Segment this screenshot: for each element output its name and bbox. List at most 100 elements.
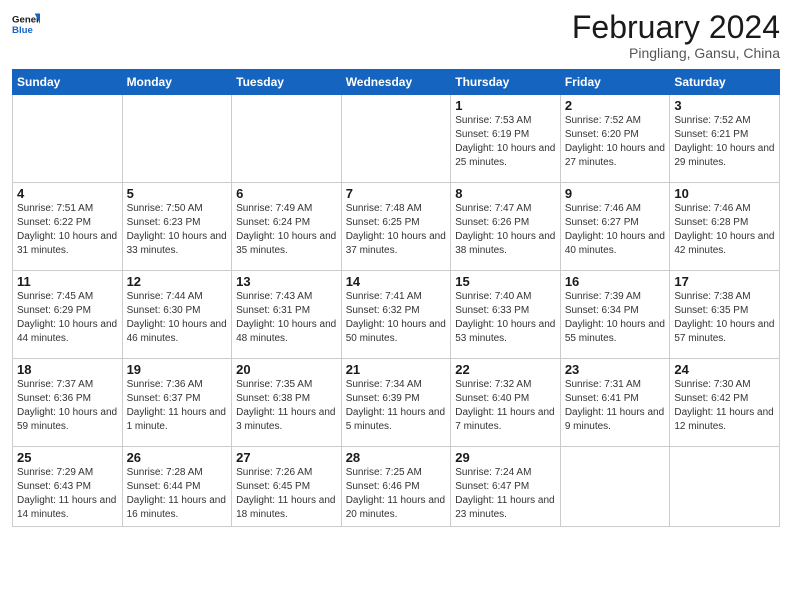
- calendar-header-row: Sunday Monday Tuesday Wednesday Thursday…: [13, 70, 780, 95]
- calendar-day: 7Sunrise: 7:48 AM Sunset: 6:25 PM Daylig…: [341, 183, 451, 271]
- day-info: Sunrise: 7:52 AM Sunset: 6:20 PM Dayligh…: [565, 114, 666, 170]
- day-number: 3: [674, 98, 775, 113]
- day-info: Sunrise: 7:40 AM Sunset: 6:33 PM Dayligh…: [455, 290, 556, 346]
- calendar-day: 22Sunrise: 7:32 AM Sunset: 6:40 PM Dayli…: [451, 359, 561, 447]
- day-number: 12: [127, 274, 228, 289]
- calendar-day: 2Sunrise: 7:52 AM Sunset: 6:20 PM Daylig…: [560, 95, 670, 183]
- day-number: 18: [17, 362, 118, 377]
- svg-text:General: General: [12, 14, 40, 25]
- calendar-day: 1Sunrise: 7:53 AM Sunset: 6:19 PM Daylig…: [451, 95, 561, 183]
- day-info: Sunrise: 7:47 AM Sunset: 6:26 PM Dayligh…: [455, 202, 556, 258]
- day-number: 8: [455, 186, 556, 201]
- calendar-day: [341, 95, 451, 183]
- col-wednesday: Wednesday: [341, 70, 451, 95]
- calendar-day: 17Sunrise: 7:38 AM Sunset: 6:35 PM Dayli…: [670, 271, 780, 359]
- calendar-day: 23Sunrise: 7:31 AM Sunset: 6:41 PM Dayli…: [560, 359, 670, 447]
- day-number: 7: [346, 186, 447, 201]
- calendar-day: [560, 447, 670, 527]
- col-tuesday: Tuesday: [232, 70, 342, 95]
- day-info: Sunrise: 7:51 AM Sunset: 6:22 PM Dayligh…: [17, 202, 118, 258]
- col-friday: Friday: [560, 70, 670, 95]
- svg-text:Blue: Blue: [12, 25, 33, 36]
- title-block: February 2024 Pingliang, Gansu, China: [572, 10, 780, 61]
- calendar-day: 13Sunrise: 7:43 AM Sunset: 6:31 PM Dayli…: [232, 271, 342, 359]
- day-number: 19: [127, 362, 228, 377]
- calendar-day: 6Sunrise: 7:49 AM Sunset: 6:24 PM Daylig…: [232, 183, 342, 271]
- calendar-day: 4Sunrise: 7:51 AM Sunset: 6:22 PM Daylig…: [13, 183, 123, 271]
- calendar-day: 28Sunrise: 7:25 AM Sunset: 6:46 PM Dayli…: [341, 447, 451, 527]
- day-number: 1: [455, 98, 556, 113]
- calendar-week-0: 1Sunrise: 7:53 AM Sunset: 6:19 PM Daylig…: [13, 95, 780, 183]
- day-info: Sunrise: 7:38 AM Sunset: 6:35 PM Dayligh…: [674, 290, 775, 346]
- calendar-day: 11Sunrise: 7:45 AM Sunset: 6:29 PM Dayli…: [13, 271, 123, 359]
- day-info: Sunrise: 7:46 AM Sunset: 6:27 PM Dayligh…: [565, 202, 666, 258]
- month-title: February 2024: [572, 10, 780, 45]
- calendar-day: 9Sunrise: 7:46 AM Sunset: 6:27 PM Daylig…: [560, 183, 670, 271]
- day-info: Sunrise: 7:32 AM Sunset: 6:40 PM Dayligh…: [455, 378, 556, 434]
- day-number: 17: [674, 274, 775, 289]
- calendar-day: 16Sunrise: 7:39 AM Sunset: 6:34 PM Dayli…: [560, 271, 670, 359]
- day-number: 14: [346, 274, 447, 289]
- col-saturday: Saturday: [670, 70, 780, 95]
- day-number: 13: [236, 274, 337, 289]
- logo: General Blue: [12, 10, 40, 38]
- day-number: 4: [17, 186, 118, 201]
- day-info: Sunrise: 7:46 AM Sunset: 6:28 PM Dayligh…: [674, 202, 775, 258]
- col-sunday: Sunday: [13, 70, 123, 95]
- page: General Blue February 2024 Pingliang, Ga…: [0, 0, 792, 612]
- calendar-day: 3Sunrise: 7:52 AM Sunset: 6:21 PM Daylig…: [670, 95, 780, 183]
- calendar-day: 15Sunrise: 7:40 AM Sunset: 6:33 PM Dayli…: [451, 271, 561, 359]
- day-number: 9: [565, 186, 666, 201]
- day-info: Sunrise: 7:45 AM Sunset: 6:29 PM Dayligh…: [17, 290, 118, 346]
- day-number: 5: [127, 186, 228, 201]
- calendar-day: 27Sunrise: 7:26 AM Sunset: 6:45 PM Dayli…: [232, 447, 342, 527]
- day-number: 21: [346, 362, 447, 377]
- calendar-week-4: 25Sunrise: 7:29 AM Sunset: 6:43 PM Dayli…: [13, 447, 780, 527]
- day-info: Sunrise: 7:50 AM Sunset: 6:23 PM Dayligh…: [127, 202, 228, 258]
- day-number: 25: [17, 450, 118, 465]
- day-info: Sunrise: 7:37 AM Sunset: 6:36 PM Dayligh…: [17, 378, 118, 434]
- calendar-day: [13, 95, 123, 183]
- day-info: Sunrise: 7:26 AM Sunset: 6:45 PM Dayligh…: [236, 466, 337, 522]
- day-info: Sunrise: 7:29 AM Sunset: 6:43 PM Dayligh…: [17, 466, 118, 522]
- day-info: Sunrise: 7:35 AM Sunset: 6:38 PM Dayligh…: [236, 378, 337, 434]
- day-number: 11: [17, 274, 118, 289]
- calendar-day: [122, 95, 232, 183]
- day-info: Sunrise: 7:34 AM Sunset: 6:39 PM Dayligh…: [346, 378, 447, 434]
- day-number: 22: [455, 362, 556, 377]
- day-info: Sunrise: 7:39 AM Sunset: 6:34 PM Dayligh…: [565, 290, 666, 346]
- day-number: 2: [565, 98, 666, 113]
- day-info: Sunrise: 7:44 AM Sunset: 6:30 PM Dayligh…: [127, 290, 228, 346]
- day-number: 28: [346, 450, 447, 465]
- calendar-day: [232, 95, 342, 183]
- col-thursday: Thursday: [451, 70, 561, 95]
- day-info: Sunrise: 7:30 AM Sunset: 6:42 PM Dayligh…: [674, 378, 775, 434]
- day-number: 10: [674, 186, 775, 201]
- day-info: Sunrise: 7:36 AM Sunset: 6:37 PM Dayligh…: [127, 378, 228, 434]
- calendar-day: 20Sunrise: 7:35 AM Sunset: 6:38 PM Dayli…: [232, 359, 342, 447]
- day-number: 15: [455, 274, 556, 289]
- day-info: Sunrise: 7:53 AM Sunset: 6:19 PM Dayligh…: [455, 114, 556, 170]
- day-number: 24: [674, 362, 775, 377]
- calendar-day: 8Sunrise: 7:47 AM Sunset: 6:26 PM Daylig…: [451, 183, 561, 271]
- day-number: 29: [455, 450, 556, 465]
- calendar-day: 26Sunrise: 7:28 AM Sunset: 6:44 PM Dayli…: [122, 447, 232, 527]
- logo-icon: General Blue: [12, 10, 40, 38]
- calendar-week-2: 11Sunrise: 7:45 AM Sunset: 6:29 PM Dayli…: [13, 271, 780, 359]
- day-number: 26: [127, 450, 228, 465]
- calendar-day: 25Sunrise: 7:29 AM Sunset: 6:43 PM Dayli…: [13, 447, 123, 527]
- day-info: Sunrise: 7:49 AM Sunset: 6:24 PM Dayligh…: [236, 202, 337, 258]
- calendar-day: 12Sunrise: 7:44 AM Sunset: 6:30 PM Dayli…: [122, 271, 232, 359]
- day-number: 6: [236, 186, 337, 201]
- location: Pingliang, Gansu, China: [572, 45, 780, 61]
- day-info: Sunrise: 7:43 AM Sunset: 6:31 PM Dayligh…: [236, 290, 337, 346]
- calendar-day: 19Sunrise: 7:36 AM Sunset: 6:37 PM Dayli…: [122, 359, 232, 447]
- calendar-day: 5Sunrise: 7:50 AM Sunset: 6:23 PM Daylig…: [122, 183, 232, 271]
- header: General Blue February 2024 Pingliang, Ga…: [12, 10, 780, 61]
- day-info: Sunrise: 7:28 AM Sunset: 6:44 PM Dayligh…: [127, 466, 228, 522]
- day-info: Sunrise: 7:31 AM Sunset: 6:41 PM Dayligh…: [565, 378, 666, 434]
- calendar-day: 18Sunrise: 7:37 AM Sunset: 6:36 PM Dayli…: [13, 359, 123, 447]
- calendar-day: 29Sunrise: 7:24 AM Sunset: 6:47 PM Dayli…: [451, 447, 561, 527]
- calendar-day: 10Sunrise: 7:46 AM Sunset: 6:28 PM Dayli…: [670, 183, 780, 271]
- day-number: 16: [565, 274, 666, 289]
